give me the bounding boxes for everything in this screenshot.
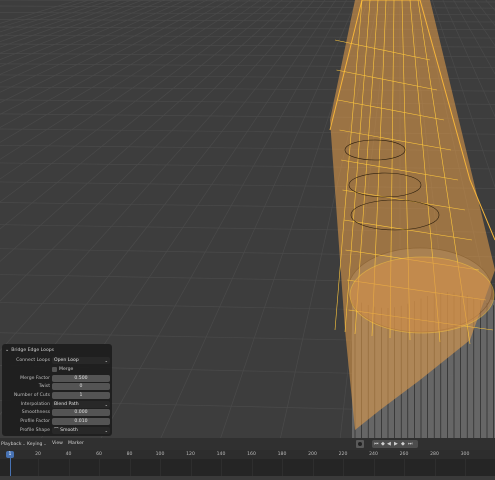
jump-end-icon[interactable]: ⏭ bbox=[408, 440, 413, 448]
frame-gridline bbox=[312, 459, 314, 476]
chevron-down-icon: ⌄ bbox=[5, 347, 10, 353]
operator-title: Bridge Edge Loops bbox=[11, 348, 55, 353]
frame-gridline bbox=[160, 459, 161, 476]
merge-checkbox[interactable] bbox=[52, 367, 57, 372]
twist-row: Twist 0 bbox=[2, 383, 112, 390]
interpolation-value: Blend Path bbox=[54, 402, 79, 407]
interpolation-select[interactable]: Blend Path ⌄ bbox=[52, 401, 110, 408]
merge-factor-row: Merge Factor 0.500 bbox=[2, 375, 112, 382]
transport-group: ⏮ ◆ ◀ ▶ ◆ ⏭ bbox=[372, 440, 418, 448]
frame-tick-label: 20 bbox=[35, 452, 41, 457]
frame-tick-label: 200 bbox=[308, 452, 317, 457]
next-keyframe-icon[interactable]: ◆ bbox=[401, 440, 405, 448]
chevron-down-icon: ⌄ bbox=[104, 358, 108, 363]
chevron-down-icon: ⌄ bbox=[104, 428, 108, 433]
chevron-down-icon: ⌄ bbox=[43, 442, 47, 446]
operator-panel[interactable]: ⌄ Bridge Edge Loops Connect Loops Open Lo… bbox=[2, 344, 112, 436]
frame-gridline bbox=[221, 459, 222, 476]
jump-start-icon[interactable]: ⏮ bbox=[374, 440, 379, 448]
timeline-scrollbar[interactable] bbox=[0, 476, 495, 480]
frame-gridline bbox=[38, 459, 39, 476]
number-of-cuts-label: Number of Cuts bbox=[13, 393, 50, 398]
interpolation-row: Interpolation Blend Path ⌄ bbox=[2, 401, 112, 408]
twist-label: Twist bbox=[38, 384, 50, 389]
current-frame-indicator[interactable]: 1 bbox=[6, 451, 14, 458]
merge-label: Merge bbox=[59, 367, 74, 372]
frame-ruler[interactable]: 20 40 60 80 100 120 140 160 180 200 220 240 260 280 30… bbox=[0, 450, 495, 459]
frame-gridline bbox=[129, 459, 131, 476]
frame-tick-label: 140 bbox=[216, 452, 226, 457]
record-button[interactable] bbox=[356, 440, 364, 448]
profile-factor-field[interactable]: 0.010 bbox=[52, 418, 110, 425]
frame-tick-label: 100 bbox=[155, 452, 165, 457]
frame-tick-label: 60 bbox=[96, 452, 102, 457]
profile-shape-value: Smooth bbox=[60, 428, 78, 433]
connect-loops-row: Connect Loops Open Loop ⌄ bbox=[2, 357, 112, 364]
play-reverse-icon[interactable]: ◀ bbox=[387, 440, 391, 448]
connect-loops-select[interactable]: Open Loop ⌄ bbox=[52, 357, 110, 364]
profile-shape-label: Profile Shape bbox=[19, 428, 50, 433]
timeline-body[interactable]: 20 40 60 80 100 120 140 160 180 200 220 240 260 280 30… bbox=[0, 450, 495, 480]
frame-tick-label: 160 bbox=[247, 452, 256, 457]
operator-panel-header[interactable]: ⌄ Bridge Edge Loops bbox=[5, 346, 54, 354]
smoothness-row: Smoothness 0.000 bbox=[2, 409, 112, 416]
frame-tick-label: 260 bbox=[399, 452, 409, 457]
profile-shape-row: Profile Shape ⌒ Smooth ⌄ bbox=[2, 427, 112, 434]
prev-keyframe-icon[interactable]: ◆ bbox=[381, 440, 385, 448]
chevron-down-icon: ⌄ bbox=[22, 442, 26, 446]
connect-loops-label: Connect Loops bbox=[16, 358, 50, 363]
frame-gridline bbox=[99, 459, 100, 476]
frame-gridline bbox=[190, 459, 192, 476]
connect-loops-value: Open Loop bbox=[54, 358, 79, 363]
merge-factor-field[interactable]: 0.500 bbox=[52, 375, 110, 382]
merge-factor-label: Merge Factor bbox=[20, 376, 50, 381]
frame-gridline bbox=[251, 459, 253, 476]
profile-factor-label: Profile Factor bbox=[20, 419, 50, 424]
profile-factor-row: Profile Factor 0.010 bbox=[2, 418, 112, 425]
frame-tick-label: 220 bbox=[338, 452, 348, 457]
frame-gridline bbox=[68, 459, 70, 476]
timeline-header: Playback⌄ Keying⌄ View Marker ⏮ ◆ ◀ ▶ ◆ … bbox=[0, 438, 495, 450]
frame-tick-label: 280 bbox=[430, 452, 439, 457]
frame-tick-label: 300 bbox=[460, 452, 470, 457]
chevron-down-icon: ⌄ bbox=[104, 402, 108, 407]
frame-gridline bbox=[343, 459, 344, 476]
frame-gridline bbox=[282, 459, 283, 476]
frame-tick-label: 120 bbox=[186, 452, 195, 457]
frame-tick-label: 80 bbox=[126, 452, 133, 457]
frame-gridline bbox=[434, 459, 436, 476]
merge-row: Merge bbox=[2, 366, 112, 373]
playhead[interactable] bbox=[10, 458, 11, 476]
number-of-cuts-row: Number of Cuts 1 bbox=[2, 392, 112, 399]
frame-tick-label: 40 bbox=[65, 452, 72, 457]
smoothness-label: Smoothness bbox=[21, 410, 50, 415]
frame-tick-label: 180 bbox=[277, 452, 287, 457]
frame-gridline bbox=[404, 459, 405, 476]
frame-tick-label: 240 bbox=[369, 452, 378, 457]
twist-field[interactable]: 0 bbox=[52, 383, 110, 390]
keying-label: Keying bbox=[27, 442, 43, 447]
marker-menu[interactable]: Marker bbox=[68, 438, 84, 450]
playback-label: Playback bbox=[1, 442, 22, 447]
profile-shape-select[interactable]: ⌒ Smooth ⌄ bbox=[52, 427, 110, 434]
play-icon[interactable]: ▶ bbox=[394, 440, 398, 448]
interpolation-label: Interpolation bbox=[20, 402, 50, 407]
number-of-cuts-field[interactable]: 1 bbox=[52, 392, 110, 399]
smoothness-field[interactable]: 0.000 bbox=[52, 409, 110, 416]
frame-gridline bbox=[465, 459, 466, 476]
frame-gridline bbox=[373, 459, 375, 476]
view-menu[interactable]: View bbox=[52, 438, 63, 450]
